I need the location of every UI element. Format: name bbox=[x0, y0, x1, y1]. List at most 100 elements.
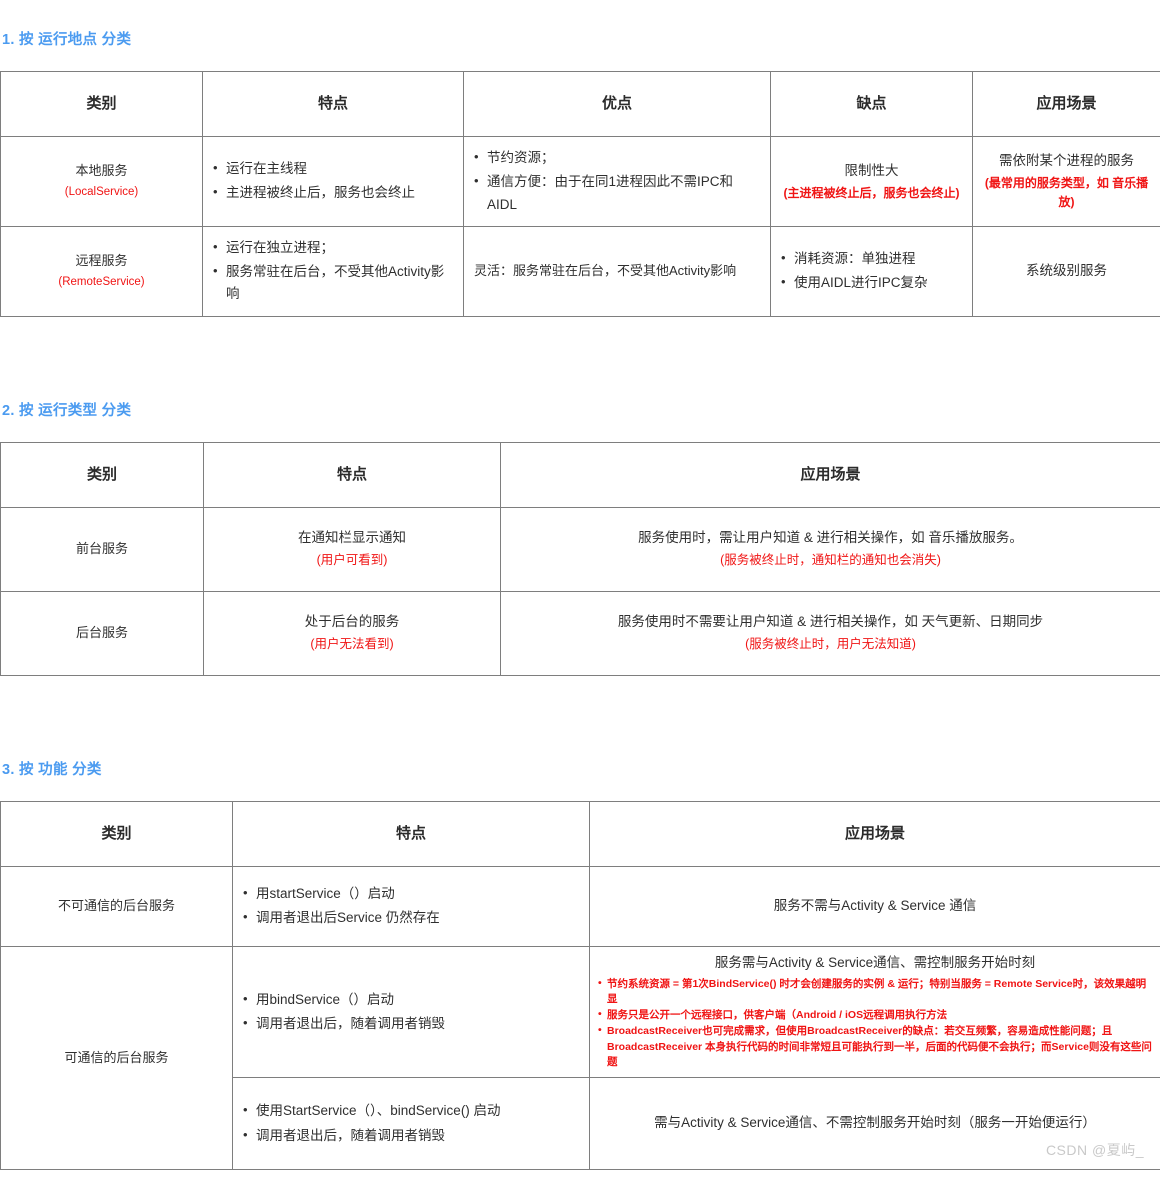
list-item: 使用AIDL进行IPC复杂 bbox=[781, 271, 962, 294]
section-1-heading: 1. 按 运行地点 分类 bbox=[2, 32, 132, 48]
column-header-category: 类别 bbox=[0, 71, 203, 137]
table-row: 可通信的后台服务 用bindService（）启动 调用者退出后，随着调用者销毁… bbox=[0, 945, 1160, 1171]
table-row: 后台服务 处于后台的服务 (用户无法看到) 服务使用时不需要让用户知道 & 进行… bbox=[0, 590, 1160, 676]
scenario-title: 服务使用时，需让用户知道 & 进行相关操作，如 音乐播放服务。 bbox=[638, 529, 1023, 545]
document-page: 1. 按 运行地点 分类 类别 特点 优点 缺点 应用场景 本地服务 (Loca… bbox=[0, 0, 1160, 1171]
scenario-note-list: 节约系统资源 = 第1次BindService() 时才会创建服务的实例 & 运… bbox=[598, 976, 1152, 1072]
cell-cons: 限制性大 (主进程被终止后，服务也会终止) bbox=[770, 136, 973, 227]
category-english-label: (LocalService) bbox=[64, 186, 139, 199]
cell-pros: 节约资源； 通信方便：由于在同1进程因此不需IPC和AIDL bbox=[463, 136, 771, 227]
list-item: 运行在主线程 bbox=[213, 157, 453, 180]
feature-list: 运行在主线程 主进程被终止后，服务也会终止 bbox=[213, 157, 453, 205]
table-header-row: 类别 特点 优点 缺点 应用场景 bbox=[0, 71, 1160, 137]
list-item: BroadcastReceiver也可完成需求，但使用BroadcastRece… bbox=[598, 1023, 1152, 1071]
csdn-watermark: CSDN @夏屿_ bbox=[1045, 1142, 1144, 1159]
feature-list: 使用StartService（）、bindService() 启动 调用者退出后… bbox=[243, 1099, 579, 1147]
cell-cons: 消耗资源：单独进程 使用AIDL进行IPC复杂 bbox=[770, 225, 973, 317]
cell-features: 在通知栏显示通知 (用户可看到) bbox=[203, 506, 501, 592]
column-header-category: 类别 bbox=[0, 441, 204, 508]
top-spacer bbox=[0, 0, 1160, 28]
cell-features: 使用StartService（）、bindService() 启动 调用者退出后… bbox=[232, 1077, 590, 1171]
feature-list: 运行在独立进程； 服务常驻在后台，不受其他Activity影响 bbox=[213, 236, 453, 306]
table-row: 本地服务 (LocalService) 运行在主线程 主进程被终止后，服务也会终… bbox=[0, 136, 1160, 227]
cell-features: 用bindService（）启动 调用者退出后，随着调用者销毁 bbox=[232, 945, 590, 1079]
pros-text: 灵活：服务常驻在后台，不受其他Activity影响 bbox=[474, 263, 737, 279]
feature-title: 处于后台的服务 bbox=[304, 613, 400, 629]
table-row: 不可通信的后台服务 用startService（）启动 调用者退出后Servic… bbox=[0, 865, 1160, 947]
column-header-scenario: 应用场景 bbox=[500, 441, 1160, 508]
column-header-pros: 优点 bbox=[463, 71, 771, 137]
list-item: 节约系统资源 = 第1次BindService() 时才会创建服务的实例 & 运… bbox=[598, 976, 1152, 1009]
table-function: 类别 特点 应用场景 不可通信的后台服务 用startService（）启动 调… bbox=[0, 800, 1160, 1171]
table-header-row: 类别 特点 应用场景 bbox=[0, 441, 1160, 508]
feature-note: (用户无法看到) bbox=[310, 636, 394, 651]
cell-category-non-communicating-service: 不可通信的后台服务 bbox=[0, 865, 233, 947]
cell-category-remote-service: 远程服务 (RemoteService) bbox=[0, 225, 203, 317]
column-header-category: 类别 bbox=[0, 800, 233, 867]
column-header-features: 特点 bbox=[202, 71, 464, 137]
table-header-row: 类别 特点 应用场景 bbox=[0, 800, 1160, 867]
list-item: 调用者退出后Service 仍然存在 bbox=[243, 906, 579, 929]
cell-features: 用startService（）启动 调用者退出后Service 仍然存在 bbox=[232, 865, 590, 947]
cons-title: 限制性大 bbox=[844, 162, 899, 178]
cell-scenario: 服务不需与Activity & Service 通信 bbox=[589, 865, 1160, 947]
cell-features: 处于后台的服务 (用户无法看到) bbox=[203, 590, 501, 676]
table-row: 前台服务 在通知栏显示通知 (用户可看到) 服务使用时，需让用户知道 & 进行相… bbox=[0, 506, 1160, 592]
table-row: 远程服务 (RemoteService) 运行在独立进程； 服务常驻在后台，不受… bbox=[0, 225, 1160, 317]
cell-scenario: 服务使用时，需让用户知道 & 进行相关操作，如 音乐播放服务。 (服务被终止时，… bbox=[500, 506, 1160, 592]
feature-list: 用bindService（）启动 调用者退出后，随着调用者销毁 bbox=[243, 988, 579, 1036]
scenario-title: 系统级别服务 bbox=[1026, 262, 1107, 278]
scenario-note: (最常用的服务类型，如 音乐播放) bbox=[984, 176, 1149, 209]
section-2-title-block: 2. 按 运行类型 分类 bbox=[0, 399, 1160, 420]
column-header-scenario: 应用场景 bbox=[589, 800, 1160, 867]
category-label: 本地服务 bbox=[75, 162, 128, 178]
section-1-spacer bbox=[0, 49, 1160, 71]
cell-features: 运行在独立进程； 服务常驻在后台，不受其他Activity影响 bbox=[202, 225, 464, 317]
cell-features: 运行在主线程 主进程被终止后，服务也会终止 bbox=[202, 136, 464, 227]
column-header-features: 特点 bbox=[232, 800, 590, 867]
section-gap-2 bbox=[0, 676, 1160, 758]
scenario-title: 服务不需与Activity & Service 通信 bbox=[773, 897, 977, 913]
list-item: 消耗资源：单独进程 bbox=[781, 247, 962, 270]
cell-scenario: 服务需与Activity & Service通信、需控制服务开始时刻 节约系统资… bbox=[589, 945, 1160, 1079]
table-run-type: 类别 特点 应用场景 前台服务 在通知栏显示通知 (用户可看到) 服务使用时，需… bbox=[0, 441, 1160, 676]
cell-pros: 灵活：服务常驻在后台，不受其他Activity影响 bbox=[463, 225, 771, 317]
scenario-note: (服务被终止时，用户无法知道) bbox=[745, 636, 916, 651]
cell-category-local-service: 本地服务 (LocalService) bbox=[0, 136, 203, 227]
section-3-title-block: 3. 按 功能 分类 bbox=[0, 758, 1160, 779]
column-header-features: 特点 bbox=[203, 441, 501, 508]
cons-note: (主进程被终止后，服务也会终止) bbox=[783, 185, 960, 200]
section-2-spacer bbox=[0, 420, 1160, 442]
cell-category-foreground-service: 前台服务 bbox=[0, 506, 204, 592]
scenario-title: 需与Activity & Service通信、不需控制服务开始时刻（服务一开始便… bbox=[654, 1115, 1096, 1131]
scenario-title: 需依附某个进程的服务 bbox=[999, 153, 1134, 169]
scenario-note: (服务被终止时，通知栏的通知也会消失) bbox=[720, 552, 941, 567]
cell-scenario: 需依附某个进程的服务 (最常用的服务类型，如 音乐播放) bbox=[972, 136, 1160, 227]
cons-list: 消耗资源：单独进程 使用AIDL进行IPC复杂 bbox=[781, 247, 962, 295]
scenario-title: 服务使用时不需要让用户知道 & 进行相关操作，如 天气更新、日期同步 bbox=[617, 613, 1044, 629]
feature-list: 用startService（）启动 调用者退出后Service 仍然存在 bbox=[243, 882, 579, 930]
list-item: 调用者退出后，随着调用者销毁 bbox=[243, 1012, 579, 1035]
section-1-title-block: 1. 按 运行地点 分类 bbox=[0, 28, 1160, 49]
list-item: 调用者退出后，随着调用者销毁 bbox=[243, 1124, 579, 1147]
list-item: 节约资源； bbox=[474, 146, 760, 169]
section-3-heading: 3. 按 功能 分类 bbox=[2, 761, 102, 778]
list-item: 用startService（）启动 bbox=[243, 882, 579, 905]
feature-title: 在通知栏显示通知 bbox=[298, 529, 406, 545]
list-item: 主进程被终止后，服务也会终止 bbox=[213, 181, 453, 204]
list-item: 服务常驻在后台，不受其他Activity影响 bbox=[213, 260, 453, 306]
cell-category-background-service: 后台服务 bbox=[0, 590, 204, 676]
cell-scenario: 系统级别服务 bbox=[972, 225, 1160, 317]
scenario-title: 服务需与Activity & Service通信、需控制服务开始时刻 bbox=[714, 954, 1036, 970]
cell-scenario: 服务使用时不需要让用户知道 & 进行相关操作，如 天气更新、日期同步 (服务被终… bbox=[500, 590, 1160, 676]
list-item: 使用StartService（）、bindService() 启动 bbox=[243, 1099, 579, 1122]
list-item: 服务只是公开一个远程接口，供客户端（Android / iOS远程调用执行方法 bbox=[598, 1007, 1152, 1024]
category-label: 远程服务 bbox=[75, 252, 128, 268]
category-english-label: (RemoteService) bbox=[58, 275, 145, 288]
feature-note: (用户可看到) bbox=[316, 552, 388, 567]
section-3-spacer bbox=[0, 779, 1160, 801]
list-item: 用bindService（）启动 bbox=[243, 988, 579, 1011]
list-item: 运行在独立进程； bbox=[213, 236, 453, 259]
pros-list: 节约资源； 通信方便：由于在同1进程因此不需IPC和AIDL bbox=[474, 146, 760, 216]
section-2-heading: 2. 按 运行类型 分类 bbox=[2, 402, 132, 419]
